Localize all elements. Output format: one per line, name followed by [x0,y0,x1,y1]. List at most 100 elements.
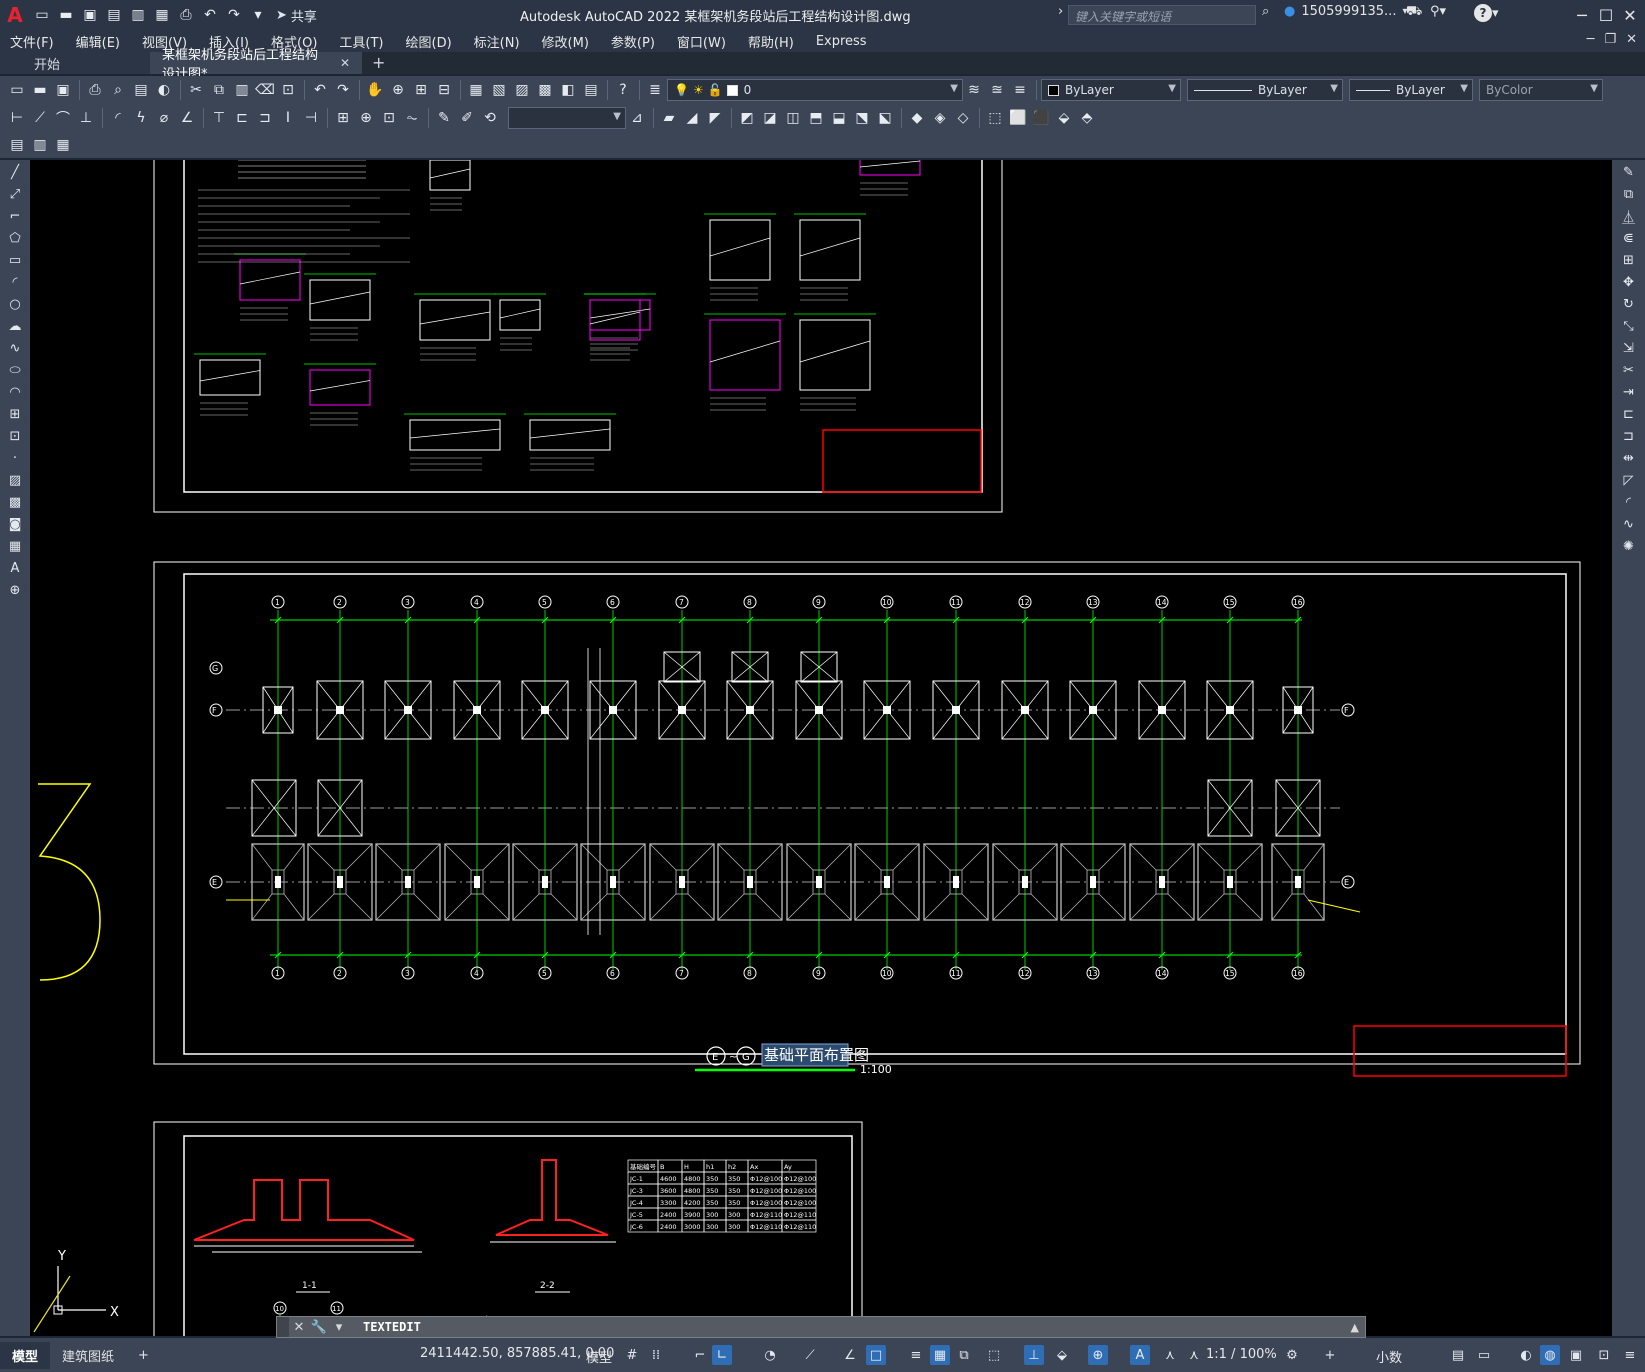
save-icon[interactable]: ▣ [79,4,101,26]
annotation-visibility-icon[interactable]: A [1130,1345,1150,1365]
open-icon[interactable]: ▬ [29,79,51,101]
ellipse-icon[interactable]: ⬭ [4,360,26,380]
fillet-icon[interactable]: ◜ [1618,492,1640,512]
clean-screen-icon[interactable]: ▣ [1566,1345,1586,1365]
move-icon[interactable]: ✥ [1618,272,1640,292]
menu-window[interactable]: 窗口(W) [677,32,726,51]
sheet-set-icon[interactable]: ▩ [534,79,556,101]
view-se-icon[interactable]: ⬘ [1076,107,1098,129]
define-attribute-icon[interactable]: ▥ [29,134,51,156]
arc-length-icon[interactable]: ⌒ [52,107,74,129]
linetype-dropdown[interactable]: ByLayer ▼ [1187,79,1343,101]
search-icon[interactable]: ⌕ [1262,4,1269,19]
3d-thicken-icon[interactable]: ⬔ [851,107,873,129]
lineweight-dropdown[interactable]: ByLayer ▼ [1349,79,1473,101]
annotation-scale-value[interactable]: 1:1 / 100% [1206,1347,1277,1362]
selection-filter-icon[interactable]: ⬙ [1052,1345,1072,1365]
mirror-icon[interactable]: ⏅ [1618,206,1640,226]
menu-edit[interactable]: 编辑(E) [76,32,120,51]
color-dropdown[interactable]: ByLayer ▼ [1041,79,1181,101]
add-layout-button[interactable]: + [126,1344,161,1367]
snap-icon[interactable]: ⁞⁞ [646,1345,666,1365]
layer-dropdown[interactable]: 💡 ☀ 🔓 0 ▼ [667,79,963,101]
array-icon[interactable]: ⊞ [1618,250,1640,270]
grid-icon[interactable]: # [622,1345,642,1365]
region-icon[interactable]: ◙ [4,514,26,534]
chamfer-icon[interactable]: ◸ [1618,470,1640,490]
object-snap-tracking-icon[interactable]: ∠ [840,1345,860,1365]
plot-icon[interactable]: ⎙ [84,79,106,101]
baseline-dim-icon[interactable]: ⊏ [231,107,253,129]
annotation-scale-icon[interactable]: ⋏ [1184,1345,1204,1365]
menu-tools[interactable]: 工具(T) [339,32,383,51]
model-space-toggle[interactable]: 模型 [586,1347,612,1366]
dim-edit-icon[interactable]: ✎ [433,107,455,129]
autocad-logo-icon[interactable]: A [0,0,30,30]
close-tab-icon[interactable]: ✕ [340,56,350,70]
3d-shell-icon[interactable]: ⬕ [874,107,896,129]
open-web-icon[interactable]: ▥ [127,4,149,26]
stretch-icon[interactable]: ⇲ [1618,338,1640,358]
pan-icon[interactable]: ✋ [364,79,386,101]
isolate-objects-icon[interactable]: ◐ [1516,1345,1536,1365]
explode-icon[interactable]: ✺ [1618,536,1640,556]
tab-layout-1[interactable]: 建筑图纸 [50,1342,126,1369]
render-icon[interactable]: ◆ [906,107,928,129]
table-icon[interactable]: ▦ [4,536,26,556]
minimize-button[interactable]: ─ [1570,4,1594,26]
view-front-icon[interactable]: ⬜ [1007,107,1029,129]
maximize-button[interactable]: ☐ [1594,4,1618,26]
quickcalc-icon[interactable]: ▤ [580,79,602,101]
diameter-dim-icon[interactable]: ⌀ [153,107,175,129]
undo-icon[interactable]: ↶ [199,4,221,26]
menu-modify[interactable]: 修改(M) [542,32,589,51]
new-tab-button[interactable]: + [372,53,385,74]
undo-icon[interactable]: ↶ [309,79,331,101]
help-icon[interactable]: ? ▾ [1474,4,1499,22]
plotstyle-dropdown[interactable]: ByColor ▼ [1479,79,1603,101]
save-icon[interactable]: ▣ [52,79,74,101]
ellipse-arc-icon[interactable]: ◠ [4,382,26,402]
menu-help[interactable]: 帮助(H) [748,32,794,51]
selection-cycling-icon[interactable]: ⧉ [954,1345,974,1365]
infer-constraints-icon[interactable]: ⌐ [690,1345,710,1365]
insert-block-icon[interactable]: ⊞ [4,404,26,424]
markup-icon[interactable]: ◧ [557,79,579,101]
auto-scale-icon[interactable]: ⋏ [1160,1345,1180,1365]
break-at-point-icon[interactable]: ⊏ [1618,404,1640,424]
gizmo-icon[interactable]: ⊕ [1088,1345,1108,1365]
view-top-icon[interactable]: ⬚ [984,107,1006,129]
offset-icon[interactable]: ⋐ [1618,228,1640,248]
transparency-icon[interactable]: ▦ [930,1345,950,1365]
3d-subtract-icon[interactable]: ◪ [759,107,781,129]
fullscreen-icon[interactable]: ⊡ [1594,1345,1614,1365]
3d-union-icon[interactable]: ◩ [736,107,758,129]
join-icon[interactable]: ⇹ [1618,448,1640,468]
view-side-icon[interactable]: ⬛ [1030,107,1052,129]
close-button[interactable]: ✕ [1618,4,1642,26]
copy-object-icon[interactable]: ⧉ [1618,184,1640,204]
dimstyle-dropdown[interactable]: ▼ [508,107,626,129]
isodraft-icon[interactable]: ⟋ [800,1345,820,1365]
command-line[interactable]: ✕ 🔧 ▾ TEXTEDIT ▲ [276,1316,1366,1338]
multiline-text-icon[interactable]: A [4,558,26,578]
close-command-icon[interactable]: ✕ [289,1320,309,1335]
scale-icon[interactable]: ⤡ [1618,316,1640,336]
menu-file[interactable]: 文件(F) [10,32,54,51]
polyline-icon[interactable]: ⌐ [4,206,26,226]
ordinate-dim-icon[interactable]: ⊥ [75,107,97,129]
new-icon[interactable]: ▭ [6,79,28,101]
doc-close-button[interactable]: ✕ [1626,32,1637,47]
autodesk-app-icon[interactable]: ⚲▾ [1430,4,1446,19]
annotation-monitor-icon[interactable]: + [1320,1345,1340,1365]
share-button[interactable]: ➤ 共享 [276,6,317,25]
copy-icon[interactable]: ⧉ [208,79,230,101]
3d-print-icon[interactable]: ◐ [153,79,175,101]
make-block-icon[interactable]: ⊡ [4,426,26,446]
3d-section-icon[interactable]: ⬓ [828,107,850,129]
zoom-previous-icon[interactable]: ⊟ [433,79,455,101]
jogged-linear-icon[interactable]: ⏦ [401,107,423,129]
redo-icon[interactable]: ↷ [332,79,354,101]
user-account[interactable]: ● 1505999135... ▾ [1284,4,1407,19]
make-current-layer-icon[interactable]: ≋ [963,79,985,101]
